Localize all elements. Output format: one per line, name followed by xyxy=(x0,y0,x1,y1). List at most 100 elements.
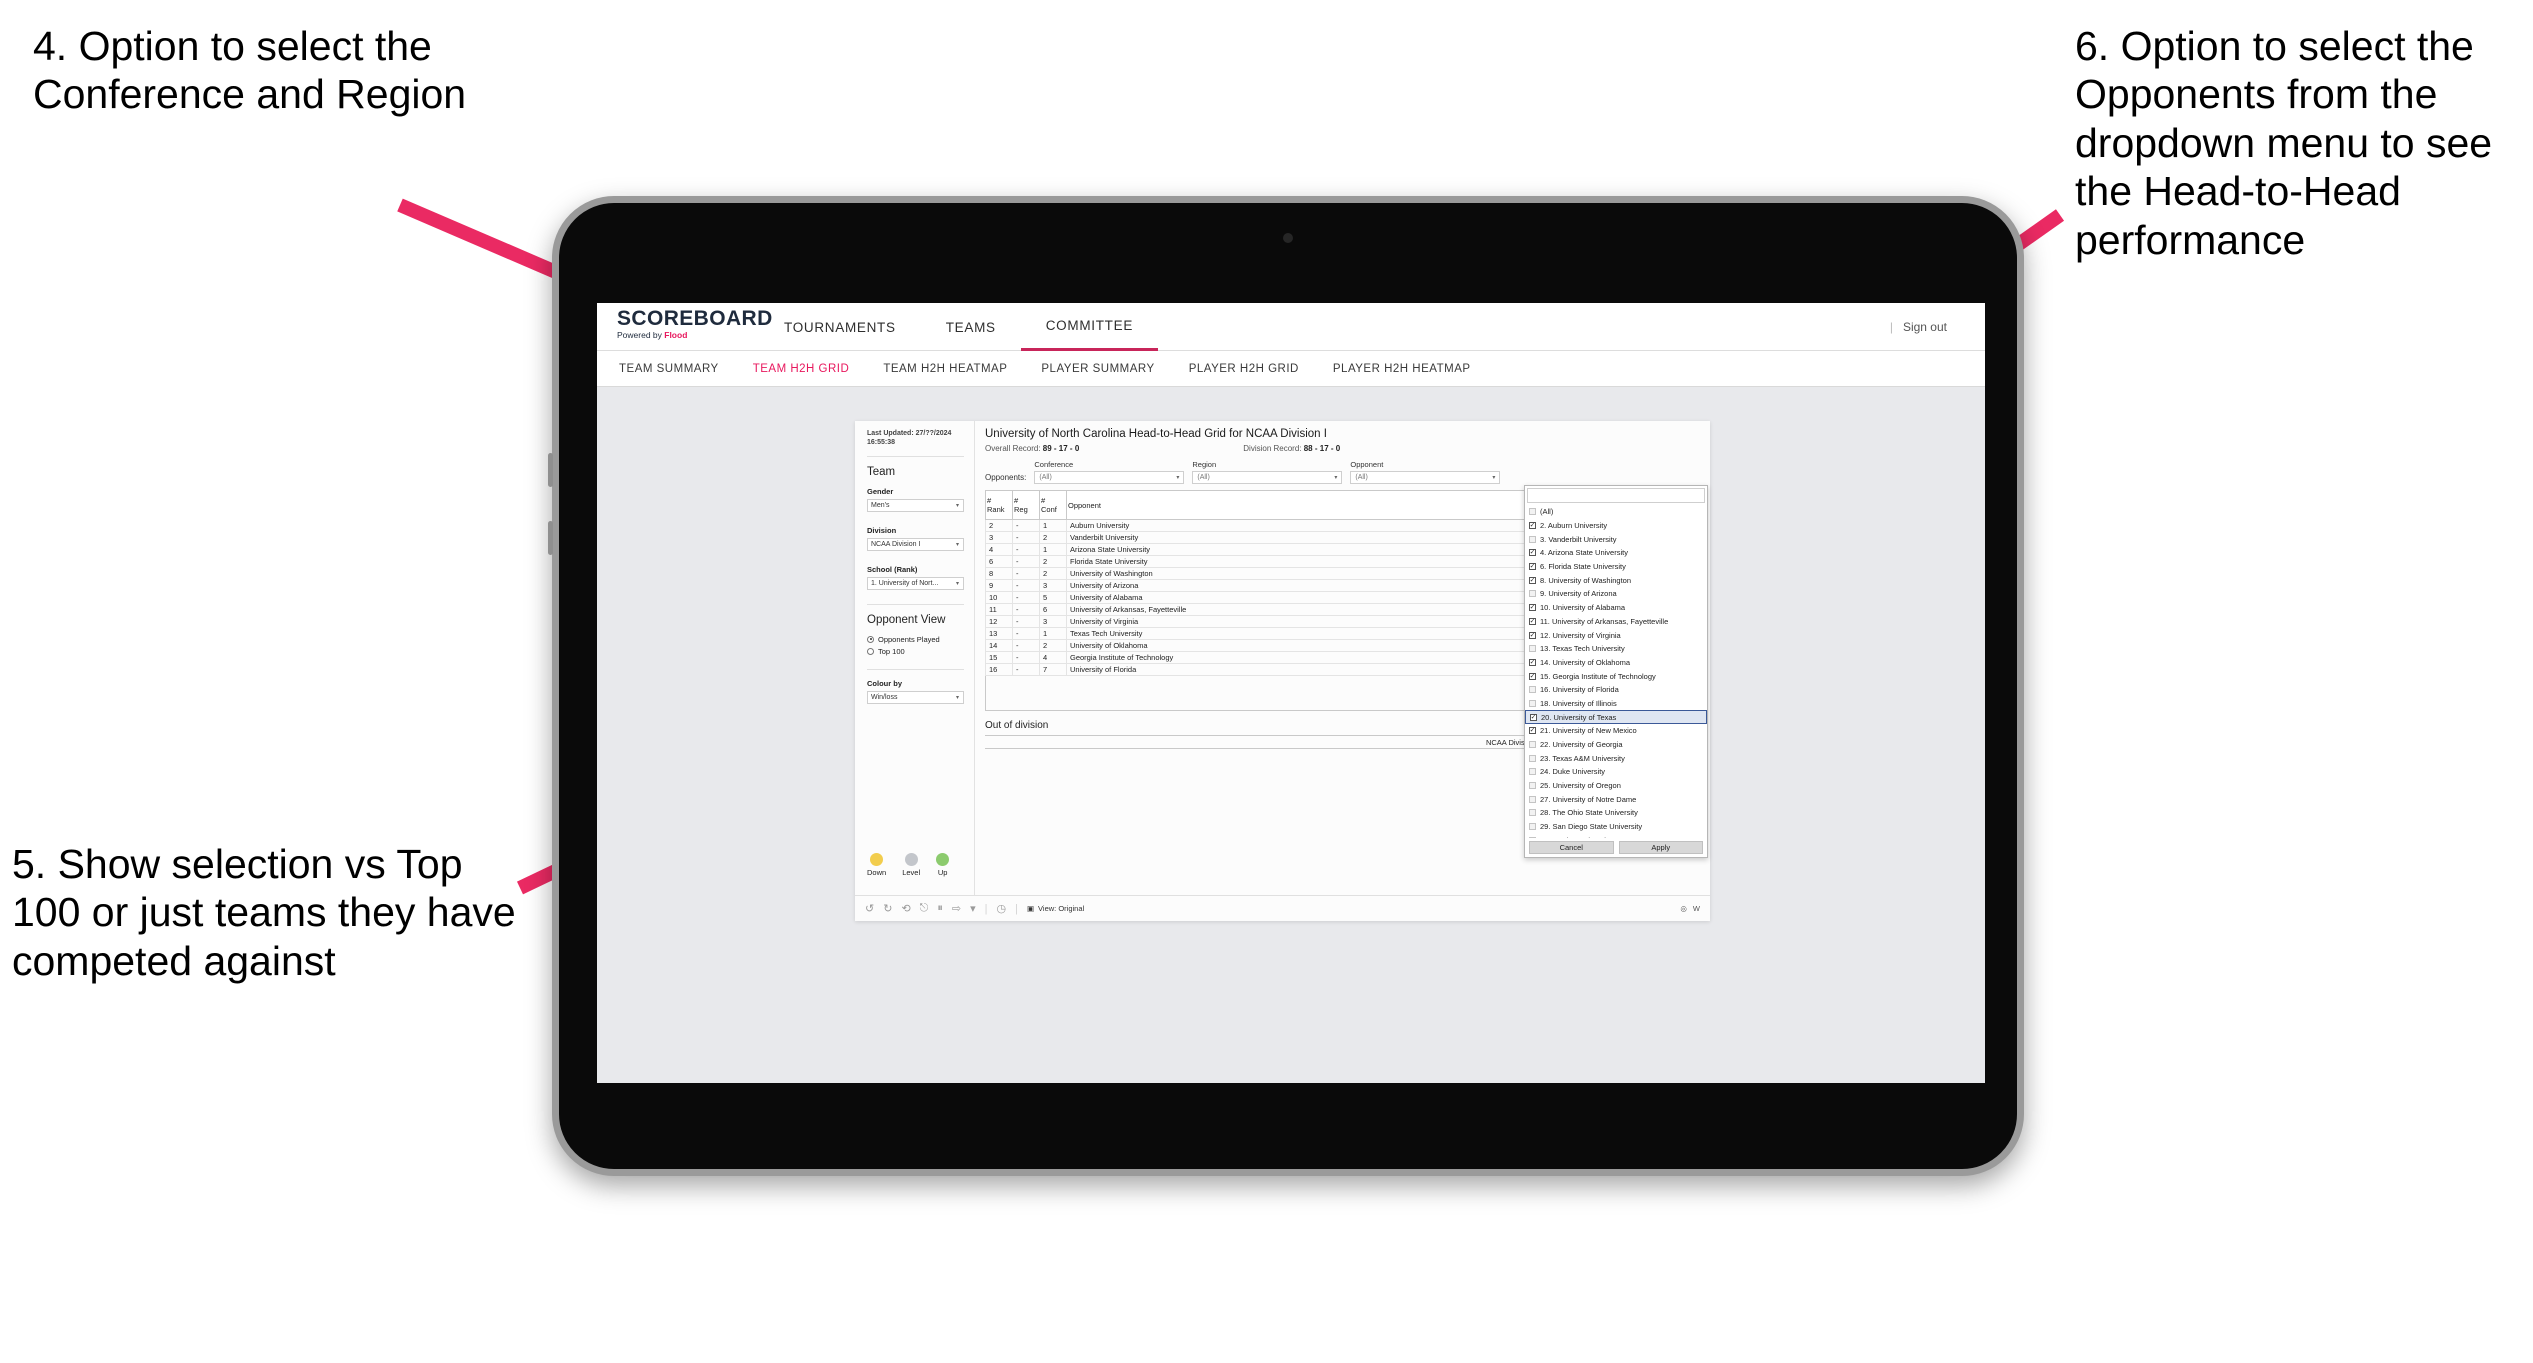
legend-label-up: Up xyxy=(937,868,948,877)
checkbox-unchecked-icon[interactable] xyxy=(1529,795,1536,803)
checkbox-unchecked-icon[interactable] xyxy=(1529,535,1536,543)
checkbox-unchecked-icon[interactable] xyxy=(1529,590,1536,598)
opponent-dropdown-item[interactable]: ✓ 6. Florida State University xyxy=(1525,560,1707,574)
sign-out-link[interactable]: Sign out xyxy=(1903,320,1947,334)
radio-top-100[interactable]: Top 100 xyxy=(867,647,964,656)
region-filter-select[interactable]: (All) ▾ xyxy=(1192,471,1343,484)
revert-icon[interactable]: ⟲ xyxy=(901,902,910,915)
subnav-player-h2h-grid[interactable]: PLAYER H2H GRID xyxy=(1172,363,1316,375)
opponent-dropdown-item[interactable]: ✓ 2. Auburn University xyxy=(1525,519,1707,533)
chevron-down-icon: ▾ xyxy=(1176,475,1180,481)
opponent-dropdown-item[interactable]: 16. University of Florida xyxy=(1525,683,1707,697)
opponent-dropdown-item[interactable]: 28. The Ohio State University xyxy=(1525,806,1707,820)
checkbox-unchecked-icon[interactable] xyxy=(1529,699,1536,707)
checkbox-checked-icon[interactable]: ✓ xyxy=(1530,713,1537,721)
tablet-side-button-2 xyxy=(548,521,553,555)
opponent-dropdown-item[interactable]: ✓ 14. University of Oklahoma xyxy=(1525,656,1707,670)
checkbox-checked-icon[interactable]: ✓ xyxy=(1529,658,1536,666)
opponent-dropdown-item-label: 25. University of Oregon xyxy=(1540,781,1621,791)
subnav-player-h2h-heatmap[interactable]: PLAYER H2H HEATMAP xyxy=(1316,363,1488,375)
legend-dot-level-icon xyxy=(904,853,918,866)
share-icon[interactable]: ⇨ xyxy=(952,902,961,915)
subnav-player-summary[interactable]: PLAYER SUMMARY xyxy=(1024,363,1171,375)
opponent-dropdown-item[interactable]: 27. University of Notre Dame xyxy=(1525,792,1707,806)
cell-reg: - xyxy=(1012,579,1040,592)
opponent-dropdown-item[interactable]: ✓ 8. University of Washington xyxy=(1525,573,1707,587)
checkbox-checked-icon[interactable]: ✓ xyxy=(1529,631,1536,639)
th-conf[interactable]: # Conf xyxy=(1039,490,1067,520)
opponent-dropdown-item[interactable]: 13. Texas Tech University xyxy=(1525,642,1707,656)
checkbox-checked-icon[interactable]: ✓ xyxy=(1529,727,1536,735)
subnav-team-summary[interactable]: TEAM SUMMARY xyxy=(597,363,736,375)
checkbox-checked-icon[interactable]: ✓ xyxy=(1529,549,1536,557)
th-rank[interactable]: # Rank xyxy=(985,490,1013,520)
opponent-dropdown-item[interactable]: ✓ 21. University of New Mexico xyxy=(1525,724,1707,738)
cell-rank: 6 xyxy=(985,555,1013,568)
division-select[interactable]: NCAA Division I ▾ xyxy=(867,537,964,551)
checkbox-checked-icon[interactable]: ✓ xyxy=(1529,617,1536,625)
checkbox-unchecked-icon[interactable] xyxy=(1529,686,1536,694)
checkbox-checked-icon[interactable]: ✓ xyxy=(1529,672,1536,680)
chevron-down-icon[interactable]: ▾ xyxy=(970,902,976,915)
checkbox-checked-icon[interactable]: ✓ xyxy=(1529,522,1536,530)
opponent-dropdown-item[interactable]: 3. Vanderbilt University xyxy=(1525,532,1707,546)
opponent-dropdown-item[interactable]: (All) xyxy=(1525,505,1707,519)
cancel-button[interactable]: Cancel xyxy=(1529,841,1614,854)
watch-icon[interactable]: ◎ xyxy=(1680,904,1687,913)
checkbox-checked-icon[interactable]: ✓ xyxy=(1529,604,1536,612)
opponent-dropdown-item[interactable]: ✓ 12. University of Virginia xyxy=(1525,628,1707,642)
checkbox-unchecked-icon[interactable] xyxy=(1529,809,1536,817)
alert-clock-icon[interactable]: ◷ xyxy=(996,902,1006,915)
checkbox-unchecked-icon[interactable] xyxy=(1529,508,1536,516)
undo-icon[interactable]: ↺ xyxy=(865,902,874,915)
opponent-dropdown-item[interactable]: ✓ 11. University of Arkansas, Fayettevill… xyxy=(1525,615,1707,629)
cell-opponent: University of Arizona xyxy=(1066,579,1553,592)
radio-opponents-played[interactable]: Opponents Played xyxy=(867,635,964,644)
pause-icon[interactable]: ⏸ xyxy=(937,902,943,915)
redo-icon[interactable]: ↻ xyxy=(883,902,892,915)
opponent-dropdown-item[interactable]: 18. University of Illinois xyxy=(1525,697,1707,711)
refresh-icon[interactable]: ⎋ xyxy=(920,902,929,915)
opponent-dropdown-search-input[interactable] xyxy=(1527,488,1705,503)
checkbox-unchecked-icon[interactable] xyxy=(1529,782,1536,790)
nav-teams[interactable]: TEAMS xyxy=(921,303,1021,351)
conference-filter-select[interactable]: (All) ▾ xyxy=(1034,471,1185,484)
checkbox-unchecked-icon[interactable] xyxy=(1529,741,1536,749)
opponent-dropdown-item[interactable]: 25. University of Oregon xyxy=(1525,779,1707,793)
subnav-team-h2h-heatmap[interactable]: TEAM H2H HEATMAP xyxy=(866,363,1024,375)
opponent-dropdown-item[interactable]: ✓ 20. University of Texas xyxy=(1525,710,1707,724)
checkbox-unchecked-icon[interactable] xyxy=(1529,823,1536,831)
opponent-dropdown-list[interactable]: (All) ✓ 2. Auburn University 3. Vanderbilt … xyxy=(1525,504,1707,838)
opponent-filter-label: Opponent xyxy=(1350,460,1384,469)
gender-select[interactable]: Men's ▾ xyxy=(867,498,964,512)
opponent-dropdown-item[interactable]: ✓ 15. Georgia Institute of Technology xyxy=(1525,669,1707,683)
checkbox-checked-icon[interactable]: ✓ xyxy=(1529,563,1536,571)
checkbox-checked-icon[interactable]: ✓ xyxy=(1529,576,1536,584)
subnav-team-h2h-grid[interactable]: TEAM H2H GRID xyxy=(736,363,867,375)
opponent-dropdown-item[interactable]: 24. Duke University xyxy=(1525,765,1707,779)
opponent-dropdown-item[interactable]: ✓ 4. Arizona State University xyxy=(1525,546,1707,560)
legend-label-level: Level xyxy=(902,868,921,877)
nav-committee[interactable]: COMMITTEE xyxy=(1020,303,1159,351)
opponent-dropdown-item[interactable]: 29. San Diego State University xyxy=(1525,820,1707,834)
opponent-dropdown-panel[interactable]: (All) ✓ 2. Auburn University 3. Vanderbilt … xyxy=(1524,485,1708,858)
opponent-dropdown-item[interactable]: 22. University of Georgia xyxy=(1525,738,1707,752)
checkbox-unchecked-icon[interactable] xyxy=(1529,836,1536,838)
th-opponent[interactable]: Opponent xyxy=(1066,490,1553,520)
opponent-dropdown-item[interactable]: 23. Texas A&M University xyxy=(1525,751,1707,765)
nav-tournaments[interactable]: TOURNAMENTS xyxy=(759,303,921,351)
checkbox-unchecked-icon[interactable] xyxy=(1529,768,1536,776)
checkbox-unchecked-icon[interactable] xyxy=(1529,754,1536,762)
cell-conf: 1 xyxy=(1039,543,1067,556)
view-original-control[interactable]: ▣ View: Original xyxy=(1027,904,1084,913)
apply-button[interactable]: Apply xyxy=(1618,841,1703,854)
th-reg[interactable]: # Reg xyxy=(1012,490,1040,520)
opponent-dropdown-item[interactable]: 9. University of Arizona xyxy=(1525,587,1707,601)
scoreboard-logo[interactable]: SCOREBOARD Powered by Flood xyxy=(617,308,773,340)
opponent-dropdown-item[interactable]: ✓ 10. University of Alabama xyxy=(1525,601,1707,615)
school-select[interactable]: 1. University of Nort... ▾ xyxy=(867,576,964,590)
radio-icon-off xyxy=(867,647,874,655)
checkbox-unchecked-icon[interactable] xyxy=(1529,645,1536,653)
opponent-filter-select[interactable]: (All) ▾ xyxy=(1350,471,1501,484)
colour-by-select[interactable]: Win/loss ▾ xyxy=(867,690,964,704)
